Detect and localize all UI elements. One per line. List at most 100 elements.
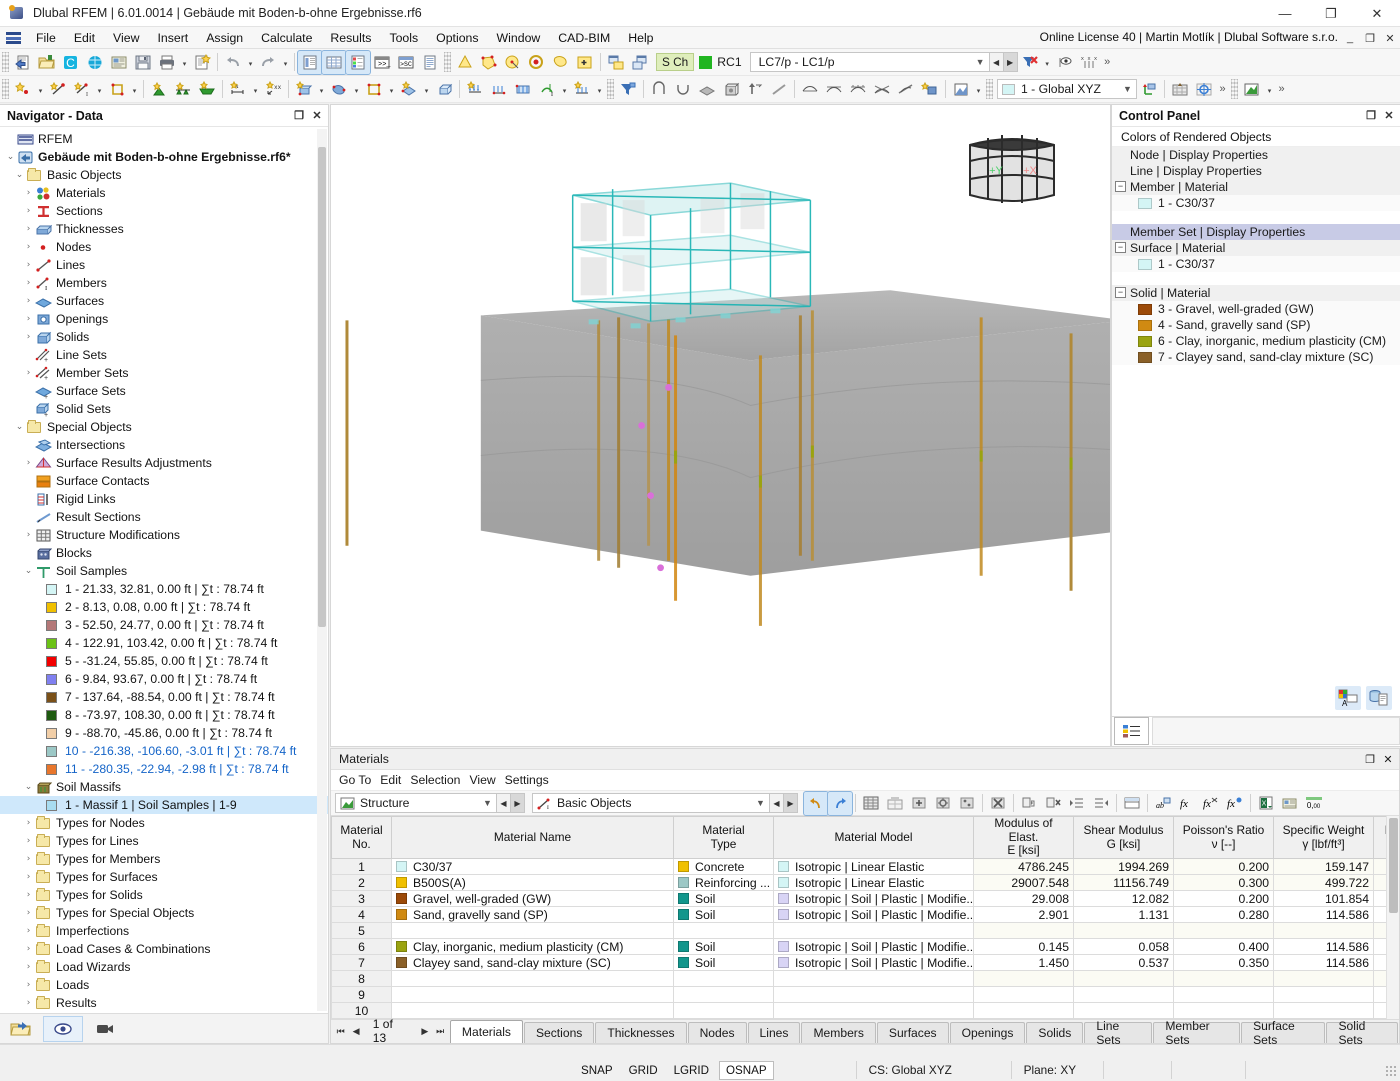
tree-item[interactable]: › Types for Solids (0, 886, 328, 904)
cell-specific-weight[interactable]: 114.586 (1274, 955, 1374, 971)
tree-item[interactable]: Result Sections (0, 508, 328, 526)
view-plane-icon[interactable] (695, 78, 719, 101)
tree-expander-icon[interactable]: › (22, 188, 35, 198)
open-folder-icon[interactable] (35, 51, 59, 74)
add-selection-icon[interactable] (573, 51, 597, 74)
column-header[interactable]: Modulus of Elast.E [ksi] (974, 817, 1074, 859)
table-filter-icon[interactable] (955, 792, 979, 815)
cell-shear-g[interactable]: 0.058 (1074, 939, 1174, 955)
cell-material-model[interactable] (774, 987, 974, 1003)
menu-tools[interactable]: Tools (380, 28, 427, 48)
menu-options[interactable]: Options (427, 28, 487, 48)
cell-material-type[interactable]: Soil (674, 955, 774, 971)
tree-item[interactable]: › Types for Nodes (0, 814, 328, 832)
cell-poisson-nu[interactable] (1174, 1003, 1274, 1019)
cell-poisson-nu[interactable] (1174, 923, 1274, 939)
cell-material-model[interactable]: Isotropic | Linear Elastic (774, 875, 974, 891)
new-solid-box-icon[interactable] (292, 78, 316, 101)
new-line-icon[interactable] (46, 78, 70, 101)
tree-item[interactable]: › Surfaces (0, 292, 328, 310)
tree-item[interactable]: 7 - 137.64, -88.54, 0.00 ft | ∑t : 78.74… (0, 688, 328, 706)
column-header[interactable]: MaterialType (674, 817, 774, 859)
cell-material-type[interactable]: Soil (674, 907, 774, 923)
table-tab-sections[interactable]: Sections (524, 1022, 594, 1043)
cell-poisson-nu[interactable] (1174, 987, 1274, 1003)
load-case-prev-button[interactable]: ◀ (989, 52, 1004, 72)
snap-target-icon[interactable] (1192, 78, 1216, 101)
control-panel-group-header[interactable]: Member Set | Display Properties (1112, 224, 1400, 240)
cell-shear-g[interactable] (1074, 923, 1174, 939)
first-record-button[interactable]: ⏮ (333, 1026, 348, 1037)
table-panel-toggle-icon[interactable] (322, 51, 346, 74)
cell-poisson-nu[interactable] (1174, 971, 1274, 987)
table-category-next-button[interactable]: ▶ (510, 793, 525, 813)
tree-item[interactable]: 6 - 9.84, 93.67, 0.00 ft | ∑t : 78.74 ft (0, 670, 328, 688)
cell-specific-weight[interactable]: 114.586 (1274, 907, 1374, 923)
tree-expander-icon[interactable]: › (22, 332, 35, 342)
imposed-load-icon[interactable] (570, 78, 594, 101)
cell-modulus-e[interactable] (974, 971, 1074, 987)
control-panel-item[interactable]: 1 - C30/37 (1112, 195, 1400, 211)
cell-shear-g[interactable]: 11156.749 (1074, 875, 1174, 891)
tree-expander-icon[interactable]: ⌄ (22, 566, 35, 576)
free-load-icon[interactable]: I (535, 78, 559, 101)
tree-item[interactable]: Intersections (0, 436, 328, 454)
tree-expander-icon[interactable]: › (22, 206, 35, 216)
triangle-surface-icon[interactable] (453, 51, 477, 74)
view-front-icon[interactable] (647, 78, 671, 101)
tree-item[interactable]: › + Member Sets (0, 364, 328, 382)
minimize-button[interactable]: — (1262, 0, 1308, 27)
redo-table-icon[interactable] (828, 792, 852, 815)
tree-item[interactable]: › Lines (0, 256, 328, 274)
cell-material-name[interactable] (392, 971, 674, 987)
solid-contact-dropdown-arrow[interactable]: ▾ (351, 78, 362, 101)
load-case-next-button[interactable]: ▶ (1003, 52, 1018, 72)
new-model-icon[interactable] (11, 51, 35, 74)
table-tab-lines[interactable]: Lines (748, 1022, 801, 1043)
cell-specific-weight[interactable]: 114.586 (1274, 939, 1374, 955)
cell-poisson-nu[interactable]: 0.200 (1174, 891, 1274, 907)
cell-specific-weight[interactable]: 499.722 (1274, 875, 1374, 891)
table-tab-member-sets[interactable]: Member Sets (1153, 1022, 1240, 1043)
tree-item[interactable]: › Load Cases & Combinations (0, 940, 328, 958)
maximize-button[interactable]: ❐ (1308, 0, 1354, 27)
tree-expander-icon[interactable]: › (22, 224, 35, 234)
control-panel-item[interactable]: 4 - Sand, gravelly sand (SP) (1112, 317, 1400, 333)
tree-item[interactable]: 8 - -73.97, 108.30, 0.00 ft | ∑t : 78.74… (0, 706, 328, 724)
tree-expander-icon[interactable]: › (22, 890, 35, 900)
cell-poisson-nu[interactable]: 0.280 (1174, 907, 1274, 923)
column-header[interactable]: Material Model (774, 817, 974, 859)
collapse-icon[interactable]: − (1115, 181, 1126, 192)
cell-material-model[interactable]: Isotropic | Soil | Plastic | Modifie... (774, 907, 974, 923)
cell-shear-g[interactable]: 1.131 (1074, 907, 1174, 923)
tree-expander-icon[interactable]: › (22, 962, 35, 972)
load-case-spinner[interactable]: ◀ ▶ (990, 52, 1018, 72)
table-subcategory-combo[interactable]: I Basic Objects ▼ (532, 793, 770, 813)
control-panel-item[interactable]: 6 - Clay, inorganic, medium plasticity (… (1112, 333, 1400, 349)
cell-material-name[interactable] (392, 923, 674, 939)
table-grid-icon[interactable] (859, 792, 883, 815)
menu-view[interactable]: View (104, 28, 148, 48)
menu-cad-bim[interactable]: CAD-BIM (549, 28, 619, 48)
console-icon[interactable]: >>_ (370, 51, 394, 74)
cell-material-name[interactable]: B500S(A) (392, 875, 674, 891)
filter-delete-icon[interactable] (1018, 51, 1042, 74)
cell-material-no[interactable]: 5 (332, 923, 392, 939)
tree-expander-icon[interactable]: ⌄ (13, 170, 26, 180)
cell-material-name[interactable]: Clay, inorganic, medium plasticity (CM) (392, 939, 674, 955)
menu-assign[interactable]: Assign (197, 28, 252, 48)
tree-expander-icon[interactable]: › (22, 260, 35, 270)
result-diagram-1-icon[interactable] (798, 78, 822, 101)
cell-material-type[interactable] (674, 987, 774, 1003)
opening-dropdown-arrow[interactable]: ▾ (386, 78, 397, 101)
navigator-undock-icon[interactable]: ❐ (290, 107, 308, 125)
resize-grip[interactable] (1385, 1065, 1397, 1077)
undo-dropdown-arrow[interactable]: ▾ (245, 51, 256, 74)
multi-visibility-icon[interactable]: x x x (1077, 51, 1101, 74)
insert-row-icon[interactable] (907, 792, 931, 815)
cell-material-no[interactable]: 7 (332, 955, 392, 971)
color-legend-tab-icon[interactable] (1114, 717, 1149, 745)
tree-expander-icon[interactable]: › (22, 872, 35, 882)
navigator-views-tab-icon[interactable] (85, 1016, 125, 1042)
chevron-down-icon[interactable]: ▼ (972, 57, 989, 67)
